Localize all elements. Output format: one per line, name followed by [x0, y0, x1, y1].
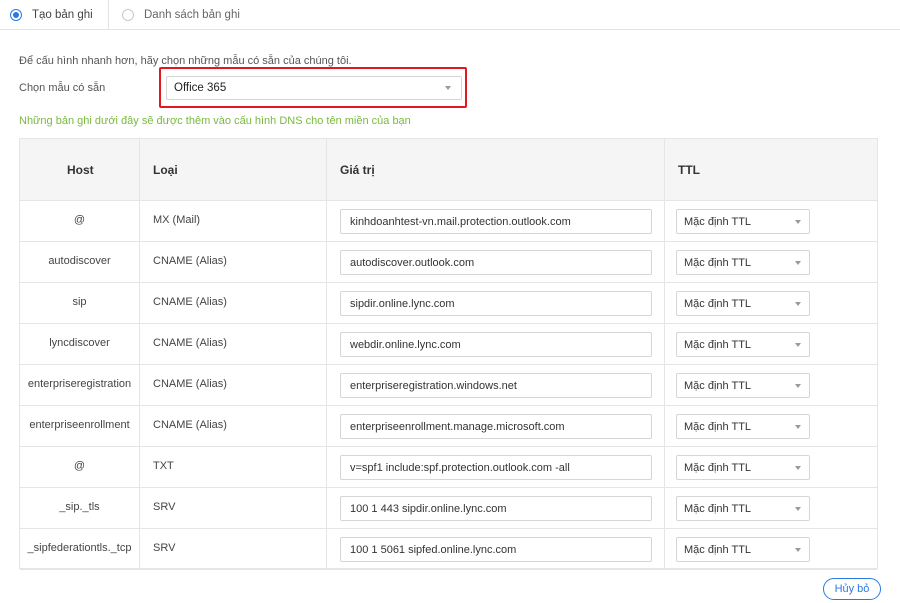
record-value: sipdir.online.lync.com [350, 298, 455, 310]
record-value: autodiscover.outlook.com [350, 257, 475, 269]
record-host: autodiscover [48, 255, 111, 267]
record-type: CNAME (Alias) [153, 337, 227, 349]
record-type: CNAME (Alias) [153, 378, 227, 390]
record-value-input[interactable]: enterpriseenrollment.manage.microsoft.co… [340, 414, 652, 439]
chevron-down-icon [795, 548, 801, 552]
record-value-input[interactable]: 100 1 443 sipdir.online.lync.com [340, 496, 652, 521]
record-host: enterpriseenrollment [29, 419, 130, 431]
ttl-select-value: Mặc định TTL [684, 421, 752, 433]
table-row: sip CNAME (Alias) sipdir.online.lync.com Mặ… [20, 283, 877, 324]
record-host: @ [73, 460, 86, 472]
tab-record-list[interactable]: Danh sách bản ghi [122, 7, 240, 23]
ttl-select-value: Mặc định TTL [684, 544, 752, 556]
ttl-select-value: Mặc định TTL [684, 462, 752, 474]
record-value-input[interactable]: webdir.online.lync.com [340, 332, 652, 357]
record-type: CNAME (Alias) [153, 419, 227, 431]
record-value-input[interactable]: autodiscover.outlook.com [340, 250, 652, 275]
template-select[interactable]: Office 365 [166, 76, 462, 100]
chevron-down-icon [445, 86, 451, 90]
tab-record-list-label: Danh sách bản ghi [144, 9, 240, 21]
record-type: MX (Mail) [153, 214, 201, 226]
radio-selected-icon [10, 9, 22, 21]
cancel-button[interactable]: Hủy bỏ [823, 578, 881, 600]
table-row: enterpriseregistration CNAME (Alias) enter… [20, 365, 877, 406]
record-host: _sip._tls [59, 501, 100, 513]
record-value: 100 1 5061 sipfed.online.lync.com [350, 544, 517, 556]
chevron-down-icon [795, 384, 801, 388]
dns-records-table: Host Loại Giá trị TTL @ MX (Mail) kinhdoan… [19, 138, 878, 570]
record-value: kinhdoanhtest-vn.mail.protection.outlook… [350, 216, 571, 228]
record-value-input[interactable]: 100 1 5061 sipfed.online.lync.com [340, 537, 652, 562]
ttl-select[interactable]: Mặc định TTL [676, 250, 810, 275]
ttl-select-value: Mặc định TTL [684, 216, 752, 228]
record-value-input[interactable]: enterpriseregistration.windows.net [340, 373, 652, 398]
ttl-select-value: Mặc định TTL [684, 380, 752, 392]
record-tabs: Tạo bản ghi Danh sách bản ghi [0, 0, 900, 30]
record-type: TXT [153, 460, 174, 472]
chevron-down-icon [795, 220, 801, 224]
table-row: enterpriseenrollment CNAME (Alias) enterpr… [20, 406, 877, 447]
table-row: lyncdiscover CNAME (Alias) webdir.online.l… [20, 324, 877, 365]
header-value: Giá trị [340, 163, 375, 177]
record-value: v=spf1 include:spf.protection.outlook.co… [350, 462, 570, 474]
table-row: _sip._tls SRV 100 1 443 sipdir.online.lync… [20, 488, 877, 529]
header-ttl: TTL [678, 163, 700, 177]
ttl-select[interactable]: Mặc định TTL [676, 496, 810, 521]
chevron-down-icon [795, 425, 801, 429]
record-value-input[interactable]: kinhdoanhtest-vn.mail.protection.outlook… [340, 209, 652, 234]
ttl-select-value: Mặc định TTL [684, 298, 752, 310]
table-row: autodiscover CNAME (Alias) autodiscover.ou… [20, 242, 877, 283]
ttl-select[interactable]: Mặc định TTL [676, 209, 810, 234]
template-label: Chọn mẫu có sẵn [19, 82, 106, 94]
record-host: @ [73, 214, 86, 226]
record-host: sip [72, 296, 87, 308]
ttl-select[interactable]: Mặc định TTL [676, 537, 810, 562]
record-value-input[interactable]: v=spf1 include:spf.protection.outlook.co… [340, 455, 652, 480]
record-type: CNAME (Alias) [153, 255, 227, 267]
radio-unselected-icon [122, 9, 134, 21]
tab-divider [108, 0, 109, 30]
ttl-select[interactable]: Mặc định TTL [676, 455, 810, 480]
chevron-down-icon [795, 343, 801, 347]
template-select-value: Office 365 [174, 82, 227, 94]
column-divider [326, 139, 327, 568]
record-type: SRV [153, 501, 176, 513]
table-row: @ TXT v=spf1 include:spf.protection.outloo… [20, 447, 877, 488]
table-row: @ MX (Mail) kinhdoanhtest-vn.mail.protecti… [20, 201, 877, 242]
table-row: _sipfederationtls._tcp SRV 100 1 5061 sipf… [20, 529, 877, 570]
dns-note: Những bản ghi dưới đây sẽ được thêm vào … [19, 115, 411, 127]
column-divider [664, 139, 665, 568]
record-value: webdir.online.lync.com [350, 339, 461, 351]
ttl-select-value: Mặc định TTL [684, 503, 752, 515]
tab-create-record-label: Tạo bản ghi [32, 9, 93, 21]
chevron-down-icon [795, 466, 801, 470]
header-type: Loại [153, 163, 178, 177]
chevron-down-icon [795, 507, 801, 511]
ttl-select-value: Mặc định TTL [684, 257, 752, 269]
ttl-select[interactable]: Mặc định TTL [676, 414, 810, 439]
record-value-input[interactable]: sipdir.online.lync.com [340, 291, 652, 316]
ttl-select-value: Mặc định TTL [684, 339, 752, 351]
record-type: CNAME (Alias) [153, 296, 227, 308]
tab-create-record[interactable]: Tạo bản ghi [10, 7, 93, 23]
record-value: enterpriseenrollment.manage.microsoft.co… [350, 421, 565, 433]
chevron-down-icon [795, 302, 801, 306]
record-host: _sipfederationtls._tcp [27, 542, 132, 554]
ttl-select[interactable]: Mặc định TTL [676, 373, 810, 398]
template-hint: Để cấu hình nhanh hơn, hãy chọn những mẫ… [19, 55, 352, 67]
chevron-down-icon [795, 261, 801, 265]
ttl-select[interactable]: Mặc định TTL [676, 291, 810, 316]
ttl-select[interactable]: Mặc định TTL [676, 332, 810, 357]
record-value: 100 1 443 sipdir.online.lync.com [350, 503, 507, 515]
record-value: enterpriseregistration.windows.net [350, 380, 517, 392]
header-host: Host [67, 163, 94, 177]
column-divider [139, 139, 140, 568]
record-type: SRV [153, 542, 176, 554]
table-header: Host Loại Giá trị TTL [20, 139, 877, 201]
record-host: enterpriseregistration [27, 378, 132, 390]
record-host: lyncdiscover [49, 337, 110, 349]
